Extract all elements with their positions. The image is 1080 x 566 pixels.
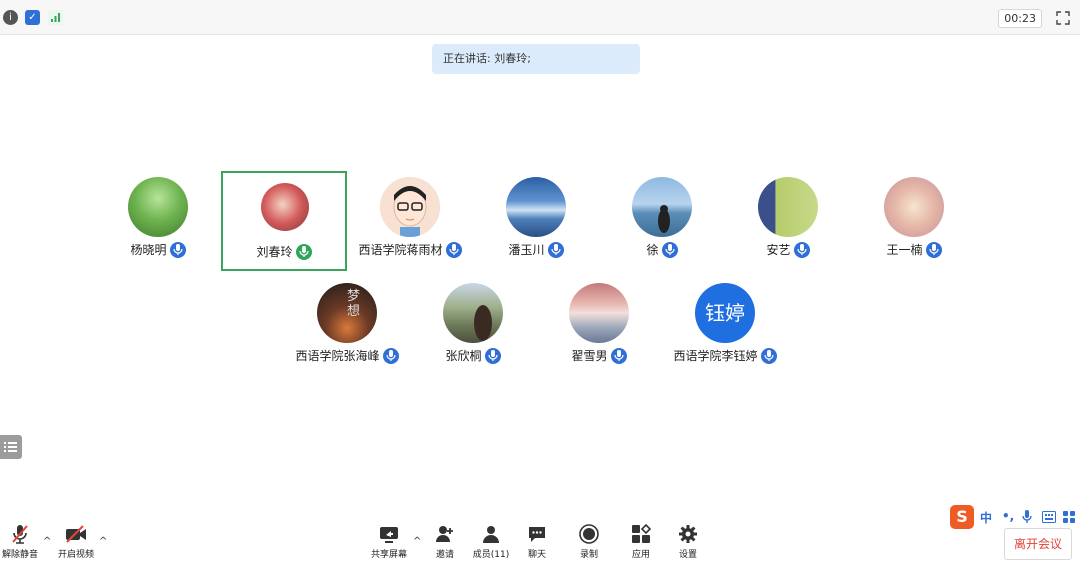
participant-list-toggle[interactable]	[0, 435, 22, 459]
record-icon	[579, 524, 599, 544]
participant-name: 西语学院蒋雨材	[358, 243, 443, 257]
audio-options-chevron-icon[interactable]: ^	[43, 536, 51, 547]
chat-button[interactable]: 聊天	[526, 524, 548, 560]
video-options-chevron-icon[interactable]: ^	[99, 536, 107, 547]
shield-icon[interactable]: ✓	[25, 10, 40, 25]
apps-button[interactable]: 应用	[630, 524, 652, 560]
chat-icon	[529, 527, 545, 542]
fullscreen-icon[interactable]	[1056, 10, 1070, 25]
avatar	[884, 177, 944, 237]
mic-active-icon	[295, 243, 312, 260]
record-button[interactable]: 录制	[578, 524, 600, 560]
bottom-toolbar: 解除静音 ^ 开启视频 ^ 共享屏幕 ^ 邀请 成员(11) 聊天 录制 应用 …	[0, 520, 1080, 566]
participant-name: 杨晓明	[130, 243, 167, 257]
settings-button[interactable]: 设置	[677, 524, 699, 560]
speaking-banner: 正在讲话: 刘春玲;	[432, 44, 640, 74]
signal-strength-icon[interactable]	[48, 10, 63, 25]
share-options-chevron-icon[interactable]: ^	[413, 536, 421, 547]
apps-icon	[632, 524, 651, 543]
members-label: 成员(11)	[472, 550, 510, 560]
participant-tile[interactable]: 梦想 西语学院张海峰	[284, 277, 410, 377]
participant-name: 王一楠	[886, 243, 923, 257]
mic-icon	[547, 241, 564, 258]
participant-tile[interactable]: 张欣桐	[410, 277, 536, 377]
record-label: 录制	[579, 550, 598, 560]
avatar	[632, 177, 692, 237]
list-icon	[4, 442, 17, 452]
mic-icon	[793, 241, 810, 258]
avatar	[569, 283, 629, 343]
participant-tile[interactable]: 杨晓明	[95, 171, 221, 271]
mic-icon	[661, 241, 678, 258]
add-user-icon	[436, 526, 453, 542]
participant-name: 西语学院李钰婷	[673, 349, 758, 363]
members-button[interactable]: 成员(11)	[472, 524, 510, 560]
chat-label: 聊天	[527, 550, 546, 560]
share-screen-icon	[380, 527, 398, 543]
share-screen-button[interactable]: 共享屏幕	[370, 524, 408, 560]
participant-name: 翟雪男	[571, 349, 608, 363]
participant-name: 刘春玲	[256, 245, 293, 259]
mic-icon	[610, 347, 627, 364]
participant-name: 徐	[646, 243, 659, 257]
mic-icon	[925, 241, 942, 258]
unmute-label: 解除静音	[2, 550, 39, 560]
participant-tile[interactable]: 潘玉川	[473, 171, 599, 271]
avatar	[758, 177, 818, 237]
participant-name: 张欣桐	[445, 349, 482, 363]
participant-name: 潘玉川	[508, 243, 545, 257]
participant-tile[interactable]: 王一楠	[851, 171, 977, 271]
avatar-initials-text: 钰婷	[705, 301, 745, 325]
avatar	[380, 177, 440, 237]
top-bar: i ✓ 00:23	[0, 0, 1080, 35]
settings-label: 设置	[678, 550, 697, 560]
apps-label: 应用	[631, 550, 650, 560]
participant-tile[interactable]: 翟雪男	[536, 277, 662, 377]
participant-tile[interactable]: 西语学院蒋雨材	[347, 171, 473, 271]
invite-button[interactable]: 邀请	[432, 524, 458, 560]
members-icon	[483, 526, 499, 543]
avatar: 梦想	[317, 283, 377, 343]
mic-muted-icon	[12, 525, 28, 544]
participant-tile[interactable]: 徐	[599, 171, 725, 271]
participant-tile-active[interactable]: 刘春玲	[221, 171, 347, 271]
avatar	[128, 177, 188, 237]
start-video-label: 开启视频	[57, 550, 94, 560]
avatar	[261, 183, 309, 231]
avatar	[506, 177, 566, 237]
leave-meeting-button[interactable]: 离开会议	[1004, 528, 1072, 560]
avatar-text: 梦想	[347, 289, 361, 319]
info-icon[interactable]: i	[3, 10, 18, 25]
gear-icon	[679, 525, 697, 543]
unmute-button[interactable]: 解除静音	[2, 524, 38, 560]
invite-label: 邀请	[435, 550, 454, 560]
mic-icon	[445, 241, 462, 258]
mic-icon	[169, 241, 186, 258]
participant-tile[interactable]: 钰婷 西语学院李钰婷	[662, 277, 788, 377]
participant-name: 西语学院张海峰	[295, 349, 380, 363]
participant-name: 安艺	[766, 243, 791, 257]
mic-icon	[484, 347, 501, 364]
mic-icon	[760, 347, 777, 364]
camera-off-icon	[66, 525, 86, 543]
share-screen-label: 共享屏幕	[370, 550, 407, 560]
avatar	[443, 283, 503, 343]
mic-icon	[382, 347, 399, 364]
start-video-button[interactable]: 开启视频	[56, 524, 96, 560]
meeting-timer: 00:23	[998, 9, 1042, 28]
avatar-initials: 钰婷	[695, 283, 755, 343]
participant-tile[interactable]: 安艺	[725, 171, 851, 271]
